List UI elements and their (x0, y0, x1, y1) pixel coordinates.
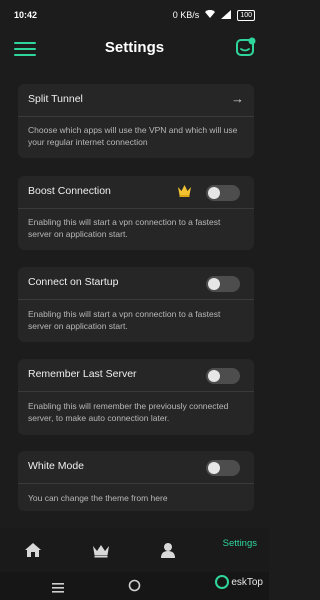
remember-last-server-card: Remember Last Server Enabling this will … (18, 359, 254, 435)
boost-connection-toggle[interactable] (206, 185, 240, 201)
watermark-logo-icon (215, 575, 230, 589)
boost-connection-row: Boost Connection (18, 176, 254, 209)
split-tunnel-label: Split Tunnel (28, 93, 83, 105)
connect-on-startup-description: Enabling this will start a vpn connectio… (28, 309, 221, 331)
white-mode-toggle[interactable] (206, 460, 240, 476)
battery-icon: 100 (237, 9, 255, 21)
toggle-knob (208, 462, 220, 474)
remember-last-server-row: Remember Last Server (18, 359, 254, 392)
split-tunnel-description: Choose which apps will use the VPN and w… (28, 125, 238, 147)
watermark: eskTop (215, 575, 263, 589)
boost-connection-label: Boost Connection (28, 185, 111, 197)
connect-on-startup-card: Connect on Startup Enabling this will st… (18, 267, 254, 342)
white-mode-label: White Mode (28, 460, 85, 472)
crown-icon (93, 544, 109, 557)
watermark-text: eskTop (231, 576, 263, 588)
page-title: Settings (104, 39, 165, 56)
signal-icon (221, 9, 232, 21)
chat-support-icon (236, 37, 256, 56)
nav-settings[interactable]: Settings (223, 538, 257, 549)
network-speed: 0 KB/s (172, 10, 200, 20)
remember-last-server-label: Remember Last Server (28, 368, 137, 380)
connect-on-startup-label: Connect on Startup (28, 276, 119, 288)
wifi-icon (205, 9, 216, 21)
arrow-right-icon[interactable]: → (231, 91, 244, 106)
support-button[interactable] (235, 36, 257, 58)
split-tunnel-card[interactable]: Split Tunnel → Choose which apps will us… (18, 84, 254, 158)
boost-connection-description: Enabling this will start a vpn connectio… (28, 217, 221, 239)
nav-settings-label: Settings (222, 538, 257, 549)
nav-profile[interactable] (153, 536, 183, 564)
remember-last-server-toggle[interactable] (206, 368, 240, 384)
split-tunnel-row[interactable]: Split Tunnel → (18, 84, 254, 117)
status-bar: 10:42 0 KB/s 100 (0, 0, 269, 30)
system-nav-bar: eskTop (0, 572, 269, 600)
home-icon (25, 543, 41, 557)
toggle-knob (208, 278, 220, 290)
status-time: 10:42 (14, 10, 38, 20)
connect-on-startup-toggle[interactable] (206, 276, 240, 292)
white-mode-card: White Mode You can change the theme from… (18, 451, 254, 511)
toggle-knob (208, 370, 220, 382)
crown-icon (177, 184, 192, 202)
bottom-nav: Settings (0, 528, 269, 572)
menu-lines-icon (52, 583, 64, 593)
circle-icon (128, 579, 141, 592)
user-icon (161, 543, 175, 558)
home-button[interactable] (128, 579, 141, 597)
toggle-knob (208, 187, 220, 199)
status-icons: 0 KB/s 100 (172, 9, 255, 21)
remember-last-server-description: Enabling this will remember the previous… (28, 401, 229, 423)
nav-home[interactable] (18, 536, 48, 564)
nav-premium[interactable] (86, 536, 116, 564)
white-mode-description: You can change the theme from here (28, 493, 168, 503)
recent-apps-button[interactable] (52, 580, 64, 598)
boost-connection-card: Boost Connection Enabling this will star… (18, 176, 254, 250)
connect-on-startup-row: Connect on Startup (18, 267, 254, 300)
white-mode-row: White Mode (18, 451, 254, 484)
app-header: Settings (0, 30, 269, 72)
